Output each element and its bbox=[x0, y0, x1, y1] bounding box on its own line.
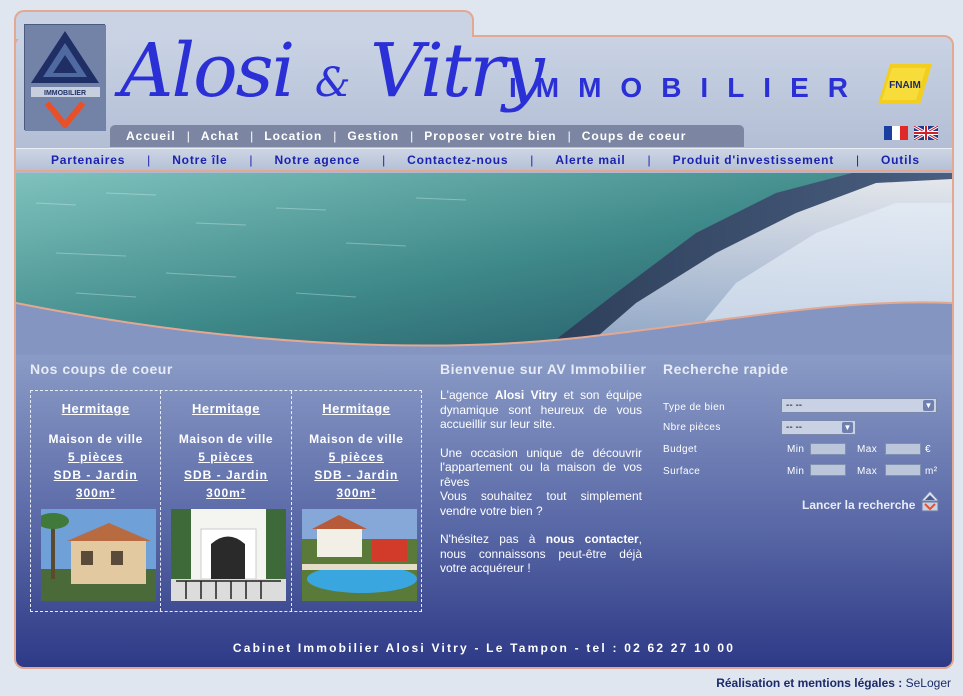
property-features[interactable]: SDB - Jardin bbox=[292, 468, 421, 482]
surface-min-label: Min bbox=[787, 466, 805, 477]
property-location-link[interactable]: Hermitage bbox=[322, 401, 390, 416]
nav-item-alerte-mail[interactable]: Alerte mail bbox=[555, 153, 625, 167]
property-card: Hermitage Maison de ville 5 pièces SDB -… bbox=[292, 391, 421, 611]
property-location-link[interactable]: Hermitage bbox=[62, 401, 130, 416]
property-photo[interactable] bbox=[301, 509, 417, 601]
nav-item-notre-ile[interactable]: Notre île bbox=[172, 153, 227, 167]
fr-flag-icon[interactable] bbox=[884, 126, 908, 140]
agency-logo[interactable]: IMMOBILIER bbox=[24, 24, 106, 131]
property-area[interactable]: 300m² bbox=[161, 486, 290, 500]
menu-separator: | bbox=[186, 129, 190, 143]
surface-min-input[interactable] bbox=[810, 464, 846, 476]
chevron-down-icon: ▼ bbox=[842, 422, 853, 433]
menu-item-accueil[interactable]: Accueil bbox=[118, 129, 184, 143]
budget-max-input[interactable] bbox=[885, 443, 921, 455]
property-rooms[interactable]: 5 pièces bbox=[292, 450, 421, 464]
search-arrow-icon[interactable] bbox=[920, 490, 940, 512]
menu-item-gestion[interactable]: Gestion bbox=[339, 129, 407, 143]
secondary-menu: Partenaires | Notre île | Notre agence |… bbox=[16, 148, 952, 172]
menu-item-coups-de-coeur[interactable]: Coups de coeur bbox=[574, 129, 695, 143]
property-card: Hermitage Maison de ville 5 pièces SDB -… bbox=[31, 391, 162, 611]
search-title: Recherche rapide bbox=[663, 361, 789, 377]
brand-name: Alosi & Vitry bbox=[120, 26, 545, 128]
agency-name-bold: Alosi Vitry bbox=[494, 388, 558, 402]
surface-unit: m² bbox=[925, 466, 938, 477]
welcome-text: L'agence Alosi Vitry et son équipe dynam… bbox=[440, 388, 642, 590]
brand-ampersand: & bbox=[314, 60, 351, 106]
nav-separator: | bbox=[382, 152, 386, 167]
seloger-link[interactable]: SeLoger bbox=[906, 676, 951, 690]
banner-waterfall-image bbox=[16, 173, 952, 355]
welcome-paragraph: N'hésitez pas à nous contacter, nous con… bbox=[440, 532, 642, 576]
nav-item-investissement[interactable]: Produit d'investissement bbox=[673, 153, 834, 167]
welcome-paragraph: L'agence Alosi Vitry et son équipe dynam… bbox=[440, 388, 642, 432]
nav-item-outils[interactable]: Outils bbox=[881, 153, 920, 167]
type-select[interactable]: -- -- ▼ bbox=[781, 398, 937, 413]
nav-separator: | bbox=[147, 152, 151, 167]
menu-item-location[interactable]: Location bbox=[256, 129, 330, 143]
menu-separator: | bbox=[410, 129, 414, 143]
property-area[interactable]: 300m² bbox=[292, 486, 421, 500]
brand-subtitle: IMMOBILIER bbox=[509, 72, 867, 103]
search-submit-button[interactable]: Lancer la recherche bbox=[802, 498, 915, 512]
credits-label: Réalisation et mentions légales : bbox=[716, 676, 903, 690]
property-type: Maison de ville bbox=[48, 432, 143, 446]
type-select-value: -- -- bbox=[786, 400, 803, 411]
credits: Réalisation et mentions légales : SeLoge… bbox=[716, 676, 951, 690]
main-menu: Accueil | Achat | Location | Gestion | P… bbox=[110, 125, 744, 147]
nav-item-partenaires[interactable]: Partenaires bbox=[51, 153, 125, 167]
welcome-paragraph: Vous souhaitez tout simplement vendre vo… bbox=[440, 489, 642, 518]
coups-de-coeur-title: Nos coups de coeur bbox=[30, 361, 173, 377]
rooms-select-value: -- -- bbox=[786, 422, 803, 433]
chevron-down-icon: ▼ bbox=[923, 400, 934, 411]
nav-item-contact[interactable]: Contactez-nous bbox=[407, 153, 508, 167]
contact-link[interactable]: nous contacter bbox=[546, 532, 639, 546]
budget-max-label: Max bbox=[857, 444, 878, 455]
budget-label: Budget bbox=[663, 444, 698, 455]
welcome-title: Bienvenue sur AV Immobilier bbox=[440, 361, 647, 377]
nav-separator: | bbox=[530, 152, 534, 167]
property-rooms[interactable]: 5 pièces bbox=[161, 450, 290, 464]
surface-max-input[interactable] bbox=[885, 464, 921, 476]
property-features[interactable]: SDB - Jardin bbox=[161, 468, 290, 482]
property-photo[interactable] bbox=[171, 509, 287, 601]
surface-label: Surface bbox=[663, 466, 701, 477]
brand-name-first: Alosi bbox=[120, 28, 295, 114]
nav-separator: | bbox=[855, 152, 860, 167]
type-label: Type de bien bbox=[663, 402, 726, 413]
welcome-text-segment: L'agence bbox=[440, 388, 495, 402]
property-features[interactable]: SDB - Jardin bbox=[31, 468, 160, 482]
coups-de-coeur-list: Hermitage Maison de ville 5 pièces SDB -… bbox=[30, 390, 422, 612]
rooms-select[interactable]: -- -- ▼ bbox=[781, 420, 856, 435]
property-type: Maison de ville bbox=[309, 432, 404, 446]
footer-address: Cabinet Immobilier Alosi Vitry - Le Tamp… bbox=[232, 641, 736, 655]
welcome-text-segment: N'hésitez pas à bbox=[440, 532, 546, 546]
uk-flag-icon[interactable] bbox=[914, 126, 938, 140]
budget-min-label: Min bbox=[787, 444, 805, 455]
rooms-label: Nbre pièces bbox=[663, 422, 721, 433]
logo-text: IMMOBILIER bbox=[44, 90, 86, 97]
menu-separator: | bbox=[567, 129, 571, 143]
surface-max-label: Max bbox=[857, 466, 878, 477]
budget-min-input[interactable] bbox=[810, 443, 846, 455]
property-card: Hermitage Maison de ville 5 pièces SDB -… bbox=[161, 391, 292, 611]
menu-item-proposer[interactable]: Proposer votre bien bbox=[416, 129, 564, 143]
property-rooms[interactable]: 5 pièces bbox=[31, 450, 160, 464]
menu-separator: | bbox=[333, 129, 337, 143]
budget-unit: € bbox=[925, 444, 931, 455]
nav-separator: | bbox=[249, 152, 253, 167]
menu-item-achat[interactable]: Achat bbox=[193, 129, 247, 143]
language-switcher bbox=[884, 126, 938, 140]
property-type: Maison de ville bbox=[178, 432, 274, 446]
fnaim-logo[interactable]: FNAIM bbox=[878, 62, 932, 106]
nav-item-notre-agence[interactable]: Notre agence bbox=[274, 153, 360, 167]
menu-separator: | bbox=[250, 129, 254, 143]
property-photo[interactable] bbox=[41, 509, 156, 601]
nav-separator: | bbox=[647, 152, 651, 167]
property-location-link[interactable]: Hermitage bbox=[192, 401, 260, 416]
welcome-paragraph: Une occasion unique de découvrir l'appar… bbox=[440, 445, 642, 489]
fnaim-text: FNAIM bbox=[889, 80, 921, 91]
property-area[interactable]: 300m² bbox=[31, 486, 160, 500]
